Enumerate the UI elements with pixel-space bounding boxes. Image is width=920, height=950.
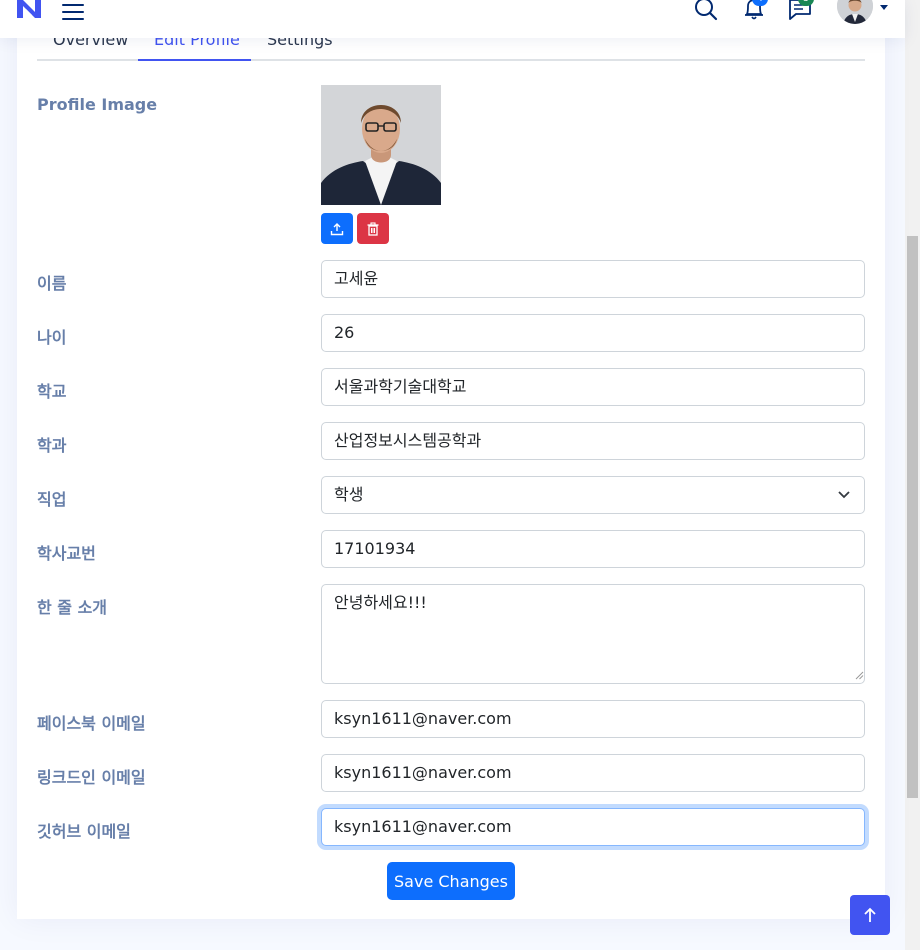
active-tab-indicator [138,59,251,61]
scrollbar-thumb[interactable] [907,236,918,798]
linkedin-label: 링크드인 이메일 [37,768,146,787]
resize-grip-icon[interactable] [854,670,864,680]
delete-image-button[interactable] [357,213,389,244]
arrow-up-icon [864,907,876,922]
upload-image-button[interactable] [321,213,353,244]
logo-icon[interactable] [16,0,42,18]
job-label: 직업 [37,490,67,509]
trash-icon [367,221,379,236]
profile-image-label: Profile Image [37,95,158,114]
hamburger-icon[interactable] [62,2,86,20]
school-label: 학교 [37,382,67,401]
student-id-label: 학사교번 [37,544,96,563]
github-label: 깃허브 이메일 [37,822,131,841]
intro-textarea[interactable]: 안녕하세요!!! [321,584,865,684]
linkedin-email-field[interactable]: ksyn1611@naver.com [321,754,865,792]
name-label: 이름 [37,274,67,293]
profile-card: Overview Edit Profile Settings Profile I… [17,0,885,919]
school-field[interactable]: 서울과학기술대학교 [321,368,865,406]
job-select[interactable]: 학생 [321,476,865,514]
avatar[interactable] [837,0,873,24]
caret-down-icon[interactable] [880,5,888,10]
github-email-field[interactable]: ksyn1611@naver.com [321,808,865,846]
job-select-value: 학생 [334,485,364,504]
chevron-down-icon [838,491,850,499]
save-changes-button[interactable]: Save Changes [387,862,515,900]
intro-label: 한 줄 소개 [37,598,108,617]
back-to-top-button[interactable] [850,895,890,935]
major-label: 학과 [37,436,67,455]
major-field[interactable]: 산업정보시스템공학과 [321,422,865,460]
facebook-label: 페이스북 이메일 [37,714,146,733]
search-icon[interactable] [694,0,718,22]
facebook-email-field[interactable]: ksyn1611@naver.com [321,700,865,738]
top-header: 4 3 [0,0,905,38]
age-label: 나이 [37,328,67,347]
student-id-field[interactable]: 17101934 [321,530,865,568]
upload-icon [330,222,344,235]
age-field[interactable]: 26 [321,314,865,352]
name-field[interactable]: 고세윤 [321,260,865,298]
profile-photo [321,85,441,205]
